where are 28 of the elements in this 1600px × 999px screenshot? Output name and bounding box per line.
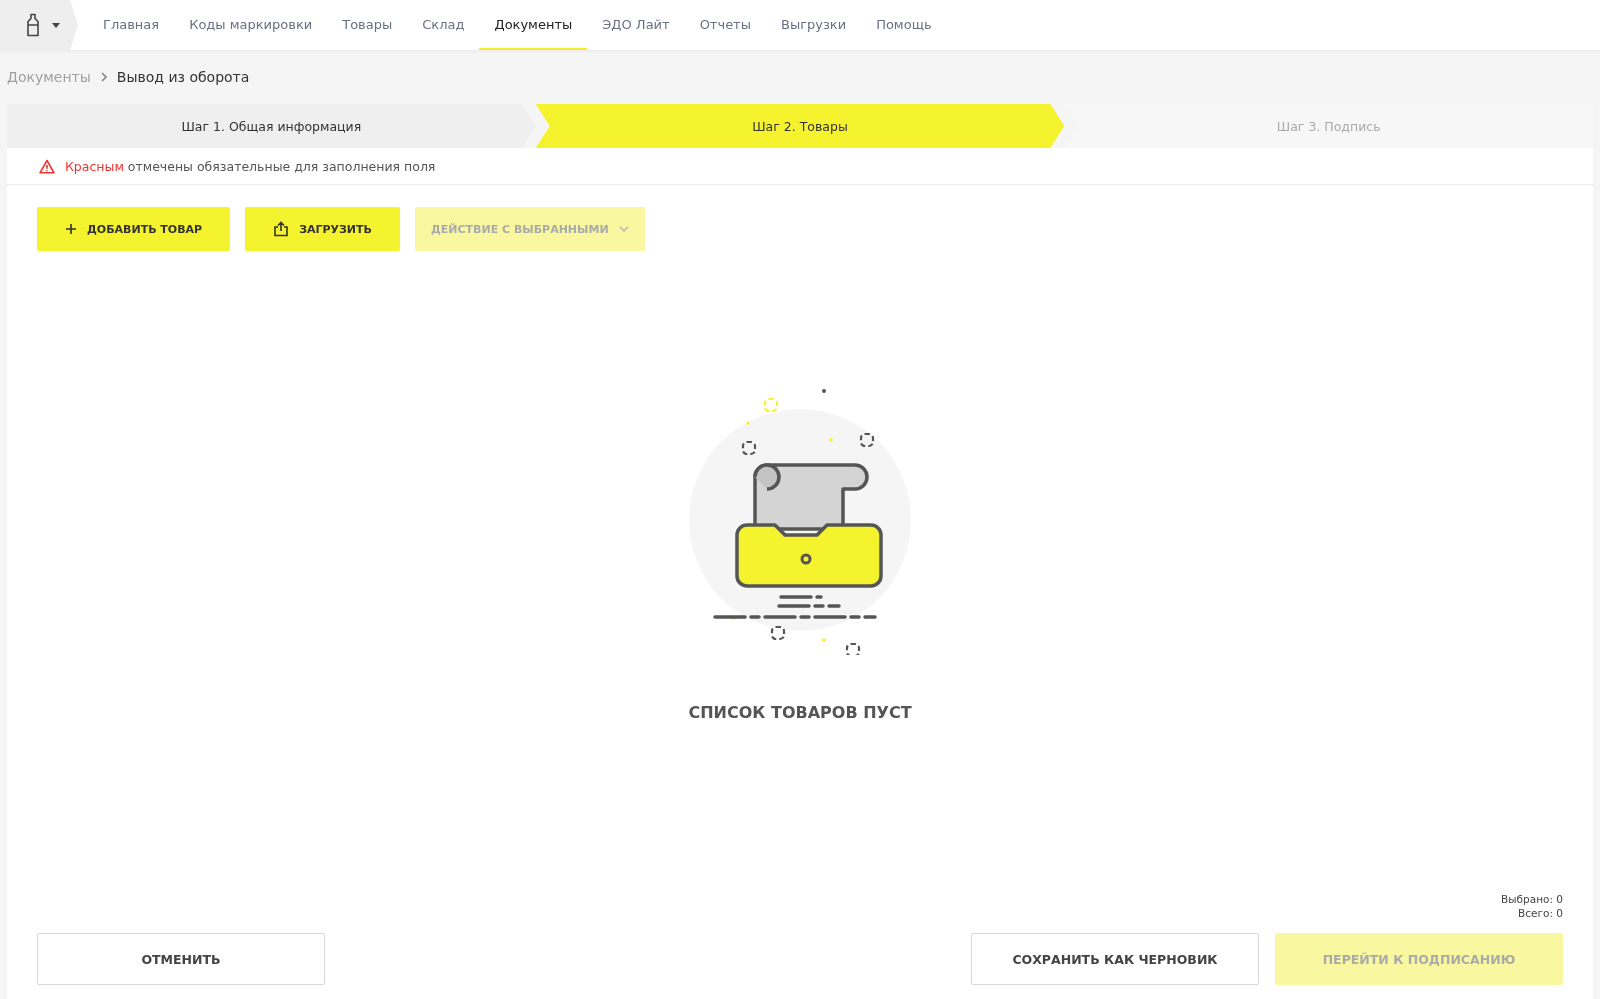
count-label: Всего: 0: [1518, 907, 1563, 919]
empty-list-message: СПИСОК ТОВАРОВ ПУСТ: [688, 702, 912, 722]
chevron-right-icon: [100, 72, 107, 82]
nav-tab[interactable]: Помощь: [861, 0, 947, 50]
product-menu-button[interactable]: [0, 0, 78, 50]
caret-icon: [52, 22, 60, 28]
wizard-step[interactable]: Шаг 2. Товары: [535, 104, 1065, 148]
warning-icon: [39, 158, 55, 174]
nav-tab[interactable]: Выгрузки: [765, 0, 862, 50]
bottle-icon: [26, 13, 40, 37]
nav-tab[interactable]: Документы: [479, 0, 588, 50]
footer-button[interactable]: СОХРАНИТЬ КАК ЧЕРНОВИК: [971, 933, 1259, 985]
add-product-button[interactable]: ДОБАВИТЬ ТОВАР: [37, 207, 231, 251]
nav-tab[interactable]: Главная: [88, 0, 175, 50]
nav-tab[interactable]: Товары: [327, 0, 408, 50]
nav-tab[interactable]: ЭДО Лайт: [587, 0, 685, 50]
breadcrumb-current: Вывод из оборота: [116, 69, 250, 85]
footer-button[interactable]: ОТМЕНИТЬ: [37, 933, 325, 985]
nav-tab[interactable]: Коды маркировки: [174, 0, 328, 50]
wizard-step[interactable]: Шаг 1. Общая информация: [7, 104, 536, 148]
nav-tab[interactable]: Склад: [407, 0, 480, 50]
plus-icon: [65, 223, 77, 235]
required-fields-notice: Красным отмечены обязательные для заполнения поля: [65, 158, 436, 174]
upload-button[interactable]: ЗАГРУЗИТЬ: [245, 207, 400, 251]
upload-icon: [273, 221, 290, 237]
nav-tab[interactable]: Отчеты: [684, 0, 766, 50]
chevron-down-icon: [618, 226, 629, 232]
count-label: Выбрано: 0: [1501, 893, 1563, 905]
